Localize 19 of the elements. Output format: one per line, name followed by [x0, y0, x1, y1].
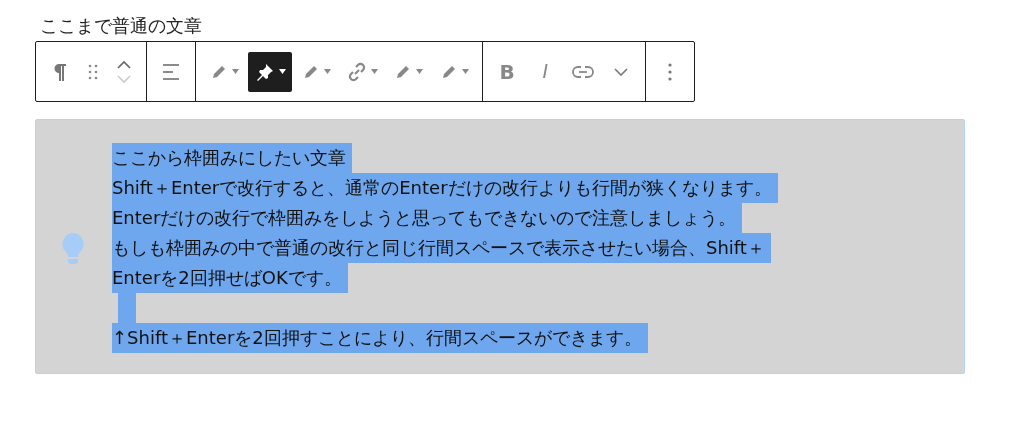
pin-dropdown-button[interactable] — [248, 51, 292, 92]
bold-button[interactable]: B — [489, 51, 525, 92]
lightbulb-icon — [60, 232, 86, 264]
caret-icon — [278, 69, 286, 74]
selected-text: Shift＋Enterで改行すると、通常のEnterだけの改行よりも行間が狭くなります。 — [112, 173, 778, 203]
caret-icon — [323, 69, 331, 74]
caret-icon — [231, 69, 239, 74]
selected-text: もしも枠囲みの中で普通の改行と同じ行間スペースで表示させたい場合、Shift＋ — [112, 233, 771, 263]
caret-icon — [370, 69, 378, 74]
paragraph-text: ここまで普通の文章 — [40, 14, 202, 38]
link-icon — [346, 61, 367, 82]
selected-text: ↑Shift＋Enterを2回押すことにより、行間スペースができます。 — [112, 323, 648, 353]
move-up-icon[interactable] — [116, 59, 132, 69]
selected-text: Enterだけの改行で枠囲みをしようと思ってもできないので注意しましょう。 — [112, 203, 743, 233]
selected-text: ここから枠囲みにしたい文章 — [112, 143, 352, 173]
caret-icon — [461, 69, 469, 74]
caret-icon — [415, 69, 423, 74]
selected-text: Enterを2回押せばOKです。 — [112, 263, 348, 293]
italic-button[interactable]: I — [527, 51, 563, 92]
